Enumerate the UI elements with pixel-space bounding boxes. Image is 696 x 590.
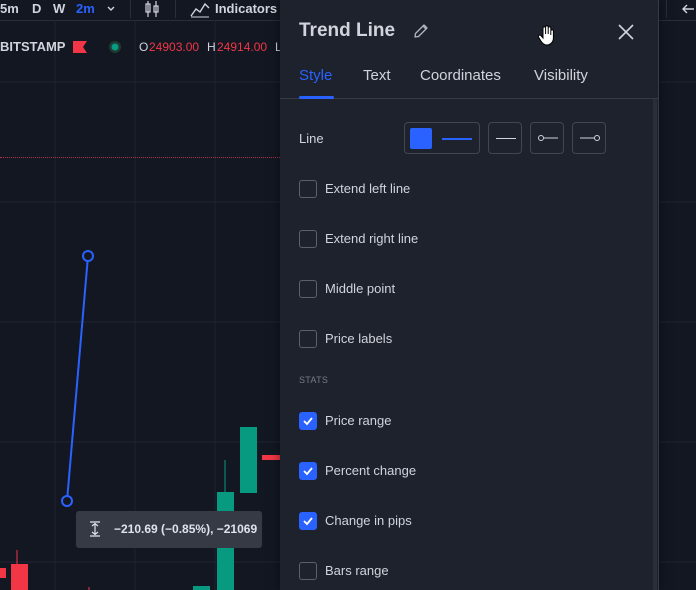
exchange-label[interactable]: BITSTAMP: [0, 39, 65, 54]
trend-line-handle[interactable]: [82, 250, 94, 262]
high-label: H: [207, 40, 216, 54]
price-range-label[interactable]: Price range: [325, 413, 391, 428]
percent-change-label[interactable]: Percent change: [325, 463, 416, 478]
extend-left-checkbox[interactable]: [299, 180, 317, 198]
price-range-checkbox[interactable]: [299, 412, 317, 430]
right-end-button[interactable]: [572, 122, 606, 154]
stats-heading: STATS: [299, 375, 329, 385]
active-tab-indicator: [299, 96, 334, 99]
line-color-width-button[interactable]: [404, 122, 480, 154]
line-label: Line: [299, 131, 324, 146]
left-end-button[interactable]: [530, 122, 564, 154]
check-icon: [303, 417, 313, 426]
change-in-pips-checkbox[interactable]: [299, 512, 317, 530]
line-style-button[interactable]: [488, 122, 522, 154]
trend-line-handle[interactable]: [61, 495, 73, 507]
status-dot-icon: [108, 40, 122, 57]
change-in-pips-label[interactable]: Change in pips: [325, 513, 412, 528]
candle-bear: [11, 564, 28, 590]
bars-range-label[interactable]: Bars range: [325, 563, 389, 578]
interval-5m[interactable]: 5m: [0, 0, 19, 18]
price-labels-checkbox[interactable]: [299, 330, 317, 348]
bars-range-checkbox[interactable]: [299, 562, 317, 580]
measure-tooltip: −210.69 (−0.85%), −21069: [76, 511, 262, 548]
extend-right-label[interactable]: Extend right line: [325, 231, 418, 246]
extend-left-label[interactable]: Extend left line: [325, 181, 410, 196]
price-line: [0, 157, 290, 158]
tab-text[interactable]: Text: [363, 67, 391, 84]
pencil-icon[interactable]: [412, 22, 430, 40]
dialog-scrollbar[interactable]: [653, 99, 657, 590]
indicators-button[interactable]: Indicators: [215, 0, 277, 18]
flag-icon[interactable]: [73, 41, 87, 56]
open-value: 24903.00: [149, 40, 200, 54]
open-label: O: [139, 40, 149, 54]
extend-right-checkbox[interactable]: [299, 230, 317, 248]
undo-icon[interactable]: [680, 0, 696, 18]
trend-line[interactable]: [66, 255, 89, 502]
toolbar-divider: [175, 0, 176, 18]
tab-style[interactable]: Style: [299, 67, 332, 84]
candles-icon[interactable]: [143, 0, 161, 18]
percent-change-checkbox[interactable]: [299, 462, 317, 480]
indicators-icon[interactable]: [190, 0, 210, 18]
trend-line-settings-dialog: Trend Line Style Text Coordinates Visibi…: [280, 0, 659, 590]
candle-bear: [262, 455, 280, 460]
solid-line-icon: [496, 138, 516, 139]
middle-point-checkbox[interactable]: [299, 280, 317, 298]
toolbar-divider: [130, 0, 131, 18]
line-end-circle-icon: [580, 135, 600, 141]
middle-point-label[interactable]: Middle point: [325, 281, 395, 296]
check-icon: [303, 517, 313, 526]
close-icon[interactable]: [616, 22, 636, 42]
dialog-title[interactable]: Trend Line: [299, 20, 395, 42]
line-width-preview: [442, 138, 472, 140]
interval-2m[interactable]: 2m: [76, 0, 95, 18]
tooltip-text: −210.69 (−0.85%), −21069: [114, 522, 258, 536]
interval-w[interactable]: W: [53, 0, 65, 18]
candle-bear: [0, 568, 6, 578]
tab-visibility[interactable]: Visibility: [534, 67, 588, 84]
tab-coordinates[interactable]: Coordinates: [420, 67, 501, 84]
price-labels-label[interactable]: Price labels: [325, 331, 392, 346]
candle-bull: [240, 427, 257, 493]
line-start-circle-icon: [538, 135, 558, 141]
toolbar-divider: [666, 0, 667, 18]
interval-d[interactable]: D: [32, 0, 41, 18]
hand-cursor-icon: [537, 24, 557, 46]
chevron-down-icon[interactable]: [106, 0, 116, 18]
price-range-icon: [88, 521, 102, 537]
candle-bull: [193, 586, 210, 590]
check-icon: [303, 467, 313, 476]
dialog-tabs: Style Text Coordinates Visibility: [280, 62, 658, 99]
color-swatch: [410, 128, 432, 149]
high-value: 24914.00: [217, 40, 268, 54]
